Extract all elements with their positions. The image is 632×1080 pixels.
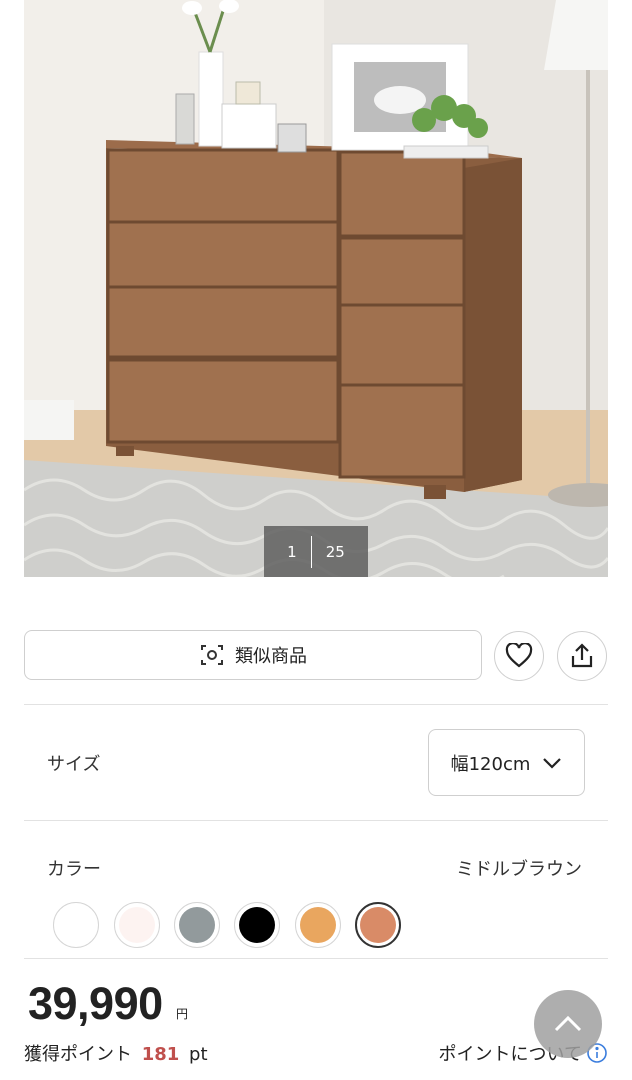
color-swatch[interactable] — [53, 902, 99, 948]
color-swatch[interactable] — [234, 902, 280, 948]
color-swatch-dot — [119, 907, 155, 943]
image-counter-total: 25 — [325, 542, 345, 561]
price-currency: 円 — [176, 1007, 189, 1021]
heart-icon — [505, 643, 533, 669]
color-swatch-dot — [58, 907, 94, 943]
points-value: 181 — [141, 1044, 180, 1065]
image-counter-current: 1 — [287, 542, 297, 561]
image-counter-divider — [310, 535, 312, 568]
points-label: 獲得ポイント — [24, 1044, 132, 1065]
points-unit: pt — [189, 1044, 208, 1065]
divider — [24, 704, 608, 705]
similar-items-button[interactable]: 類似商品 — [24, 630, 482, 680]
size-selected-value: 幅120cm — [450, 753, 531, 775]
chevron-up-icon — [553, 1015, 583, 1033]
color-swatch[interactable] — [174, 902, 220, 948]
color-swatch[interactable] — [295, 902, 341, 948]
scroll-to-top-button[interactable] — [534, 990, 602, 1058]
color-label: カラー — [47, 859, 101, 880]
color-selected-name: ミドルブラウン — [456, 859, 582, 880]
color-swatch-dot — [300, 907, 336, 943]
size-select[interactable]: 幅120cm — [428, 729, 585, 796]
similar-items-label: 類似商品 — [235, 646, 307, 667]
divider — [24, 820, 608, 821]
color-swatch[interactable] — [114, 902, 160, 948]
share-button[interactable] — [557, 631, 607, 681]
product-image-gallery[interactable]: 1 25 — [24, 0, 608, 577]
color-swatch-dot — [360, 907, 396, 943]
favorite-button[interactable] — [494, 631, 544, 681]
color-swatch-dot — [179, 907, 215, 943]
scan-icon — [199, 642, 225, 668]
product-photo — [24, 0, 608, 577]
chevron-down-icon — [542, 756, 562, 770]
share-icon — [569, 642, 595, 670]
image-counter: 1 25 — [264, 526, 368, 577]
divider — [24, 958, 608, 959]
color-swatch[interactable] — [355, 902, 401, 948]
price-amount: 39,990 — [28, 978, 163, 1029]
color-swatch-dot — [239, 907, 275, 943]
size-label: サイズ — [47, 754, 101, 775]
points-earned: 獲得ポイント 181 pt — [24, 1040, 208, 1066]
